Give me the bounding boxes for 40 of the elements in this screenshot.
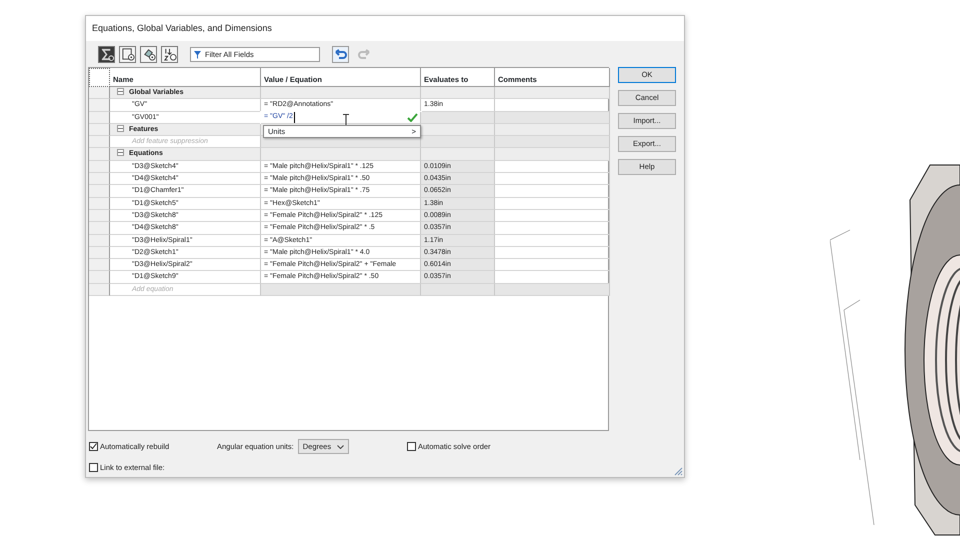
funnel-icon — [194, 50, 201, 58]
checkbox[interactable] — [89, 463, 98, 472]
row-header[interactable] — [89, 198, 110, 210]
view-toggle-button[interactable] — [140, 46, 157, 62]
sort-eye-icon — [162, 47, 176, 61]
checkmark-icon[interactable] — [407, 112, 418, 122]
collapse-toggle-icon[interactable] — [117, 149, 124, 156]
window-title: Equations, Global Variables, and Dimensions — [86, 16, 684, 41]
row-header[interactable] — [89, 173, 110, 186]
resize-grip-icon[interactable] — [673, 466, 683, 476]
row-header[interactable] — [89, 234, 110, 247]
feature-eye-icon — [142, 47, 156, 61]
row-header[interactable] — [89, 185, 110, 198]
row-header[interactable] — [89, 210, 110, 222]
text-cursor-icon — [343, 114, 349, 126]
row-header[interactable] — [89, 148, 110, 161]
collapse-toggle-icon[interactable] — [117, 124, 124, 132]
chevron-down-icon — [337, 444, 344, 448]
row-header[interactable] — [89, 124, 110, 136]
row-header[interactable] — [89, 246, 110, 260]
row-header[interactable] — [89, 259, 110, 272]
row-header[interactable] — [89, 160, 110, 174]
row-header[interactable] — [89, 112, 110, 124]
checkbox[interactable] — [407, 442, 416, 451]
row-header[interactable] — [89, 284, 110, 296]
collapse-toggle-icon[interactable] — [117, 88, 124, 95]
sum-icon — [100, 47, 114, 61]
redo-icon — [358, 48, 370, 60]
view-toggle-button[interactable] — [98, 46, 115, 62]
row-header[interactable] — [89, 222, 110, 235]
row-header[interactable] — [89, 87, 110, 100]
view-toggle-button[interactable] — [119, 46, 136, 62]
row-header[interactable] — [89, 136, 110, 148]
checkbox[interactable] — [89, 442, 98, 451]
sketch-eye-icon — [120, 47, 134, 61]
undo-icon — [334, 48, 346, 60]
row-header[interactable] — [89, 99, 110, 112]
undo-button[interactable] — [332, 46, 349, 62]
row-header[interactable] — [89, 271, 110, 284]
view-toggle-button[interactable] — [161, 46, 178, 62]
